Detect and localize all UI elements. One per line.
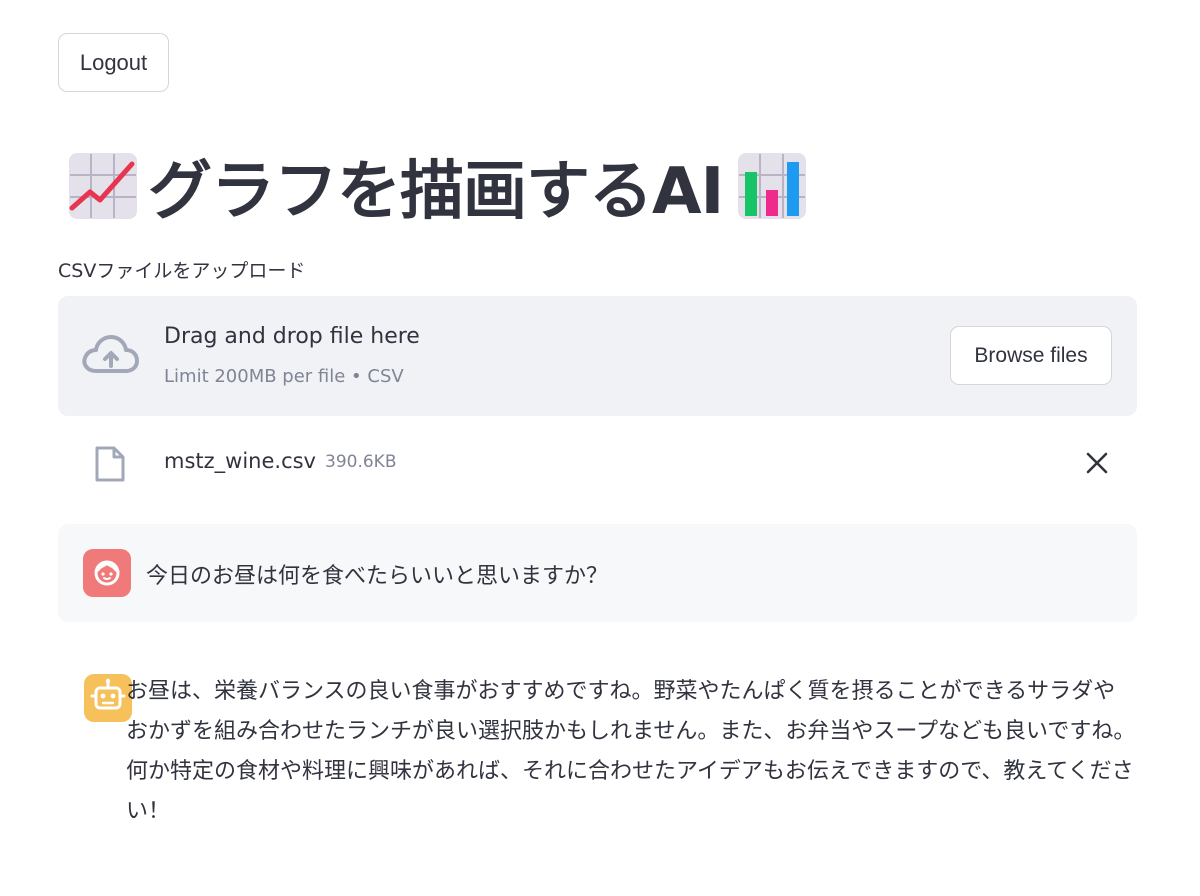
- uploaded-file-size: 390.6KB: [325, 452, 397, 472]
- robot-avatar-icon: [84, 674, 132, 722]
- file-icon: [94, 445, 126, 483]
- page-title: グラフを描画するAI: [68, 150, 807, 229]
- app-page: Logout グラフを描画するAI CSVファイルをアップロード Drag an…: [0, 0, 1200, 896]
- uploaded-file-name: mstz_wine.csv: [164, 449, 316, 473]
- assistant-chat-message: お昼は、栄養バランスの良い食事がおすすめですね。野菜やたんぱく質を摂ることができ…: [58, 670, 1137, 830]
- bar-chart-icon: [737, 152, 807, 220]
- user-chat-message: 今日のお昼は何を食べたらいいと思いますか？: [58, 524, 1137, 622]
- uploaded-file-row: mstz_wine.csv 390.6KB: [58, 440, 1137, 488]
- file-uploader-label: CSVファイルをアップロード: [58, 260, 306, 282]
- cloud-upload-icon: [80, 333, 140, 377]
- browse-files-button[interactable]: Browse files: [950, 326, 1112, 385]
- close-icon[interactable]: [1084, 450, 1110, 476]
- logout-button[interactable]: Logout: [58, 33, 169, 92]
- page-title-text: グラフを描画するAI: [148, 155, 724, 229]
- user-avatar-icon: [83, 549, 131, 597]
- dropzone-instruction: Drag and drop file here: [164, 324, 420, 349]
- user-message-text: 今日のお昼は何を食べたらいいと思いますか？: [146, 564, 609, 589]
- file-dropzone[interactable]: Drag and drop file here Limit 200MB per …: [58, 296, 1137, 416]
- dropzone-limit: Limit 200MB per file • CSV: [164, 366, 404, 387]
- assistant-message-text: お昼は、栄養バランスの良い食事がおすすめですね。野菜やたんぱく質を摂ることができ…: [126, 679, 1136, 824]
- chart-increasing-icon: [68, 152, 138, 220]
